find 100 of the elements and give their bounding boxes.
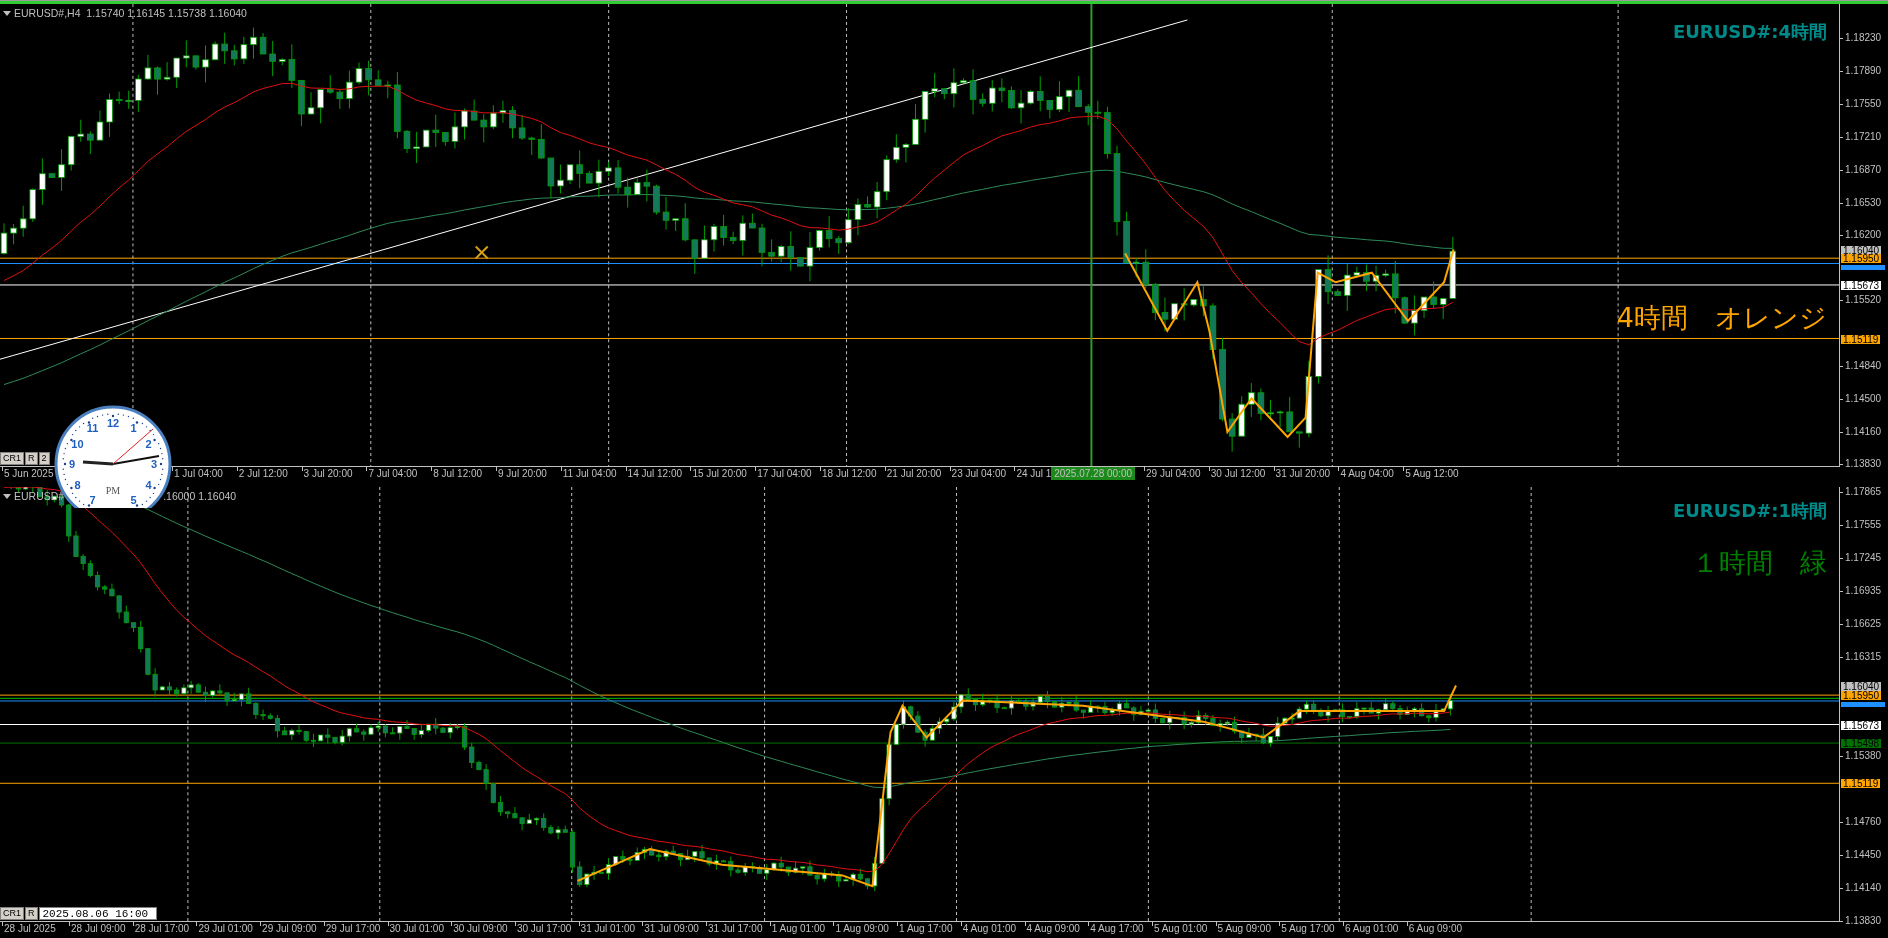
note-text: １時間 緑 xyxy=(1692,546,1827,580)
clock-numeral: 12 xyxy=(106,417,120,429)
price-tag: 1.15119 xyxy=(1841,334,1881,344)
clock-period-label: PM xyxy=(105,485,121,496)
clock-numeral: 10 xyxy=(71,437,84,450)
price-tick-label: 1.16200 xyxy=(1840,228,1882,241)
time-tick-label: 4 Aug 01:00 xyxy=(960,922,1017,935)
time-tick-label: 4 Aug 09:00 xyxy=(1024,922,1080,935)
time-tick-label: 24 Jul 1 xyxy=(1014,467,1052,480)
price-tick-label: 1.14140 xyxy=(1840,882,1882,895)
time-tick-label: 30 Jul 17:00 xyxy=(514,922,572,935)
clock-numeral: 3 xyxy=(150,458,158,470)
price-marker xyxy=(1841,265,1885,271)
note-text: 4時間 オレンジ xyxy=(1616,301,1827,335)
time-tick-label: 28 Jul 09:00 xyxy=(69,922,126,935)
price-tick-label: 1.16625 xyxy=(1840,617,1882,630)
time-tick-label: 23 Jul 04:00 xyxy=(949,467,1007,480)
time-tick-label: 2 Jul 12:00 xyxy=(236,467,288,480)
dropdown-triangle-icon[interactable] xyxy=(3,493,11,499)
time-tick-label: 9 Jul 20:00 xyxy=(496,467,547,480)
price-tag: 1.15950 xyxy=(1841,254,1882,264)
chart-mode-button[interactable]: CR1 xyxy=(0,907,24,920)
time-tick-label: 29 Jul 01:00 xyxy=(196,922,253,935)
price-marker xyxy=(1841,702,1885,708)
time-tick-label: 14 Jul 12:00 xyxy=(625,467,683,480)
clock-numeral: 5 xyxy=(130,493,137,506)
time-tick-label: 5 Jun 2025 xyxy=(2,467,54,480)
clock-numeral: 9 xyxy=(68,458,76,470)
time-tick-label: 1 Aug 01:00 xyxy=(769,922,826,935)
clock-numeral: 8 xyxy=(74,478,81,491)
symbol-label: EURUSD#:1時間 xyxy=(1672,499,1827,523)
time-tick-label: 28 Jul 17:00 xyxy=(132,922,190,935)
time-tick-label: 28 Jul 2025 xyxy=(2,922,56,935)
price-tick-label: 1.16530 xyxy=(1840,196,1882,209)
price-tick-label: 1.17550 xyxy=(1840,97,1882,110)
price-tick-label: 1.14760 xyxy=(1840,816,1882,829)
price-tick-label: 1.17555 xyxy=(1840,518,1882,531)
time-tick-label: 17 Jul 04:00 xyxy=(755,467,812,480)
time-tag: 2025.07.28 00:00 xyxy=(1051,467,1136,480)
price-tag: 1.15673 xyxy=(1841,281,1882,291)
price-tag: 1.15950 xyxy=(1841,691,1882,701)
time-tick-label: 5 Aug 01:00 xyxy=(1151,922,1208,935)
chart-mode-button[interactable]: CR1 xyxy=(0,452,24,465)
price-tick-label: 1.15380 xyxy=(1840,750,1882,763)
price-tick-label: 1.13830 xyxy=(1840,915,1882,927)
time-tick-label: 29 Jul 04:00 xyxy=(1144,467,1201,480)
time-tick-label: 29 Jul 09:00 xyxy=(260,922,317,935)
time-tick-label: 29 Jul 17:00 xyxy=(323,922,381,935)
price-tick-label: 1.17245 xyxy=(1840,551,1882,564)
price-tick-label: 1.13830 xyxy=(1840,458,1882,470)
price-tag: 1.15673 xyxy=(1841,720,1882,730)
clock-hour-hand xyxy=(82,460,114,466)
price-tick-label: 1.18230 xyxy=(1840,32,1882,44)
clock-numeral: 4 xyxy=(145,478,152,491)
time-tick-label: 4 Aug 17:00 xyxy=(1088,922,1144,935)
time-tick-label: 18 Jul 12:00 xyxy=(820,467,877,480)
time-tick-label: 30 Jul 01:00 xyxy=(387,922,444,935)
time-tick-label: 5 Aug 17:00 xyxy=(1279,922,1335,935)
time-tick-label: 31 Jul 09:00 xyxy=(642,922,699,935)
chart-info-text: .16000 1.16040 xyxy=(163,490,237,502)
symbol-label: EURUSD#:4時間 xyxy=(1672,20,1827,44)
price-tick-label: 1.17210 xyxy=(1840,130,1882,143)
price-tick-label: 1.17890 xyxy=(1840,64,1882,77)
time-tick-label: 31 Jul 20:00 xyxy=(1273,467,1331,480)
time-tick-label: 31 Jul 01:00 xyxy=(578,922,636,935)
time-tick-label: 30 Jul 09:00 xyxy=(451,922,508,935)
chart-info-text: EURUSD#,H4 1.15740 1.16145 1.15738 1.16040 xyxy=(14,7,247,19)
price-tick-label: 1.16315 xyxy=(1840,650,1882,663)
chart-mode-button[interactable]: 2 xyxy=(38,452,50,465)
price-tick-label: 1.14840 xyxy=(1840,360,1882,373)
price-tick-label: 1.14450 xyxy=(1840,849,1882,862)
time-tick-label: 1 Jul 04:00 xyxy=(172,467,223,480)
price-tag: 1.15498 xyxy=(1841,739,1882,749)
chart-mode-button[interactable]: R xyxy=(25,907,38,920)
price-tick-label: 1.15520 xyxy=(1840,294,1882,307)
price-tick-label: 1.14500 xyxy=(1840,393,1882,406)
date-input-field[interactable]: 2025.08.06 16:00 xyxy=(38,907,157,920)
time-tick-label: 21 Jul 20:00 xyxy=(884,467,942,480)
price-tag: 1.16040 xyxy=(1841,245,1882,255)
dropdown-triangle-icon[interactable] xyxy=(3,10,11,16)
price-tick-label: 1.17865 xyxy=(1840,486,1882,498)
time-tick-label: 6 Aug 01:00 xyxy=(1343,922,1399,935)
time-tick-label: 31 Jul 17:00 xyxy=(706,922,763,935)
time-tick-label: 15 Jul 20:00 xyxy=(690,467,747,480)
price-tag: 1.15119 xyxy=(1841,779,1881,789)
time-tick-label: 4 Aug 04:00 xyxy=(1338,467,1394,480)
price-tick-label: 1.16935 xyxy=(1840,584,1882,597)
time-tick-label: 6 Aug 09:00 xyxy=(1406,922,1463,935)
price-tick-label: 1.16870 xyxy=(1840,163,1882,176)
time-tick-label: 11 Jul 04:00 xyxy=(560,467,617,480)
cross-marker-icon xyxy=(474,245,489,260)
clock-numeral: 1 xyxy=(130,422,137,435)
clock-numeral: 11 xyxy=(86,422,99,435)
clock-numeral: 2 xyxy=(145,437,152,450)
time-tick-label: 30 Jul 12:00 xyxy=(1208,467,1266,480)
time-tick-label: 5 Aug 09:00 xyxy=(1215,922,1271,935)
price-tick-label: 1.14160 xyxy=(1840,426,1882,439)
time-tick-label: 3 Jul 20:00 xyxy=(301,467,353,480)
time-tick-label: 7 Jul 04:00 xyxy=(366,467,418,480)
chart-mode-button[interactable]: R xyxy=(25,452,38,465)
